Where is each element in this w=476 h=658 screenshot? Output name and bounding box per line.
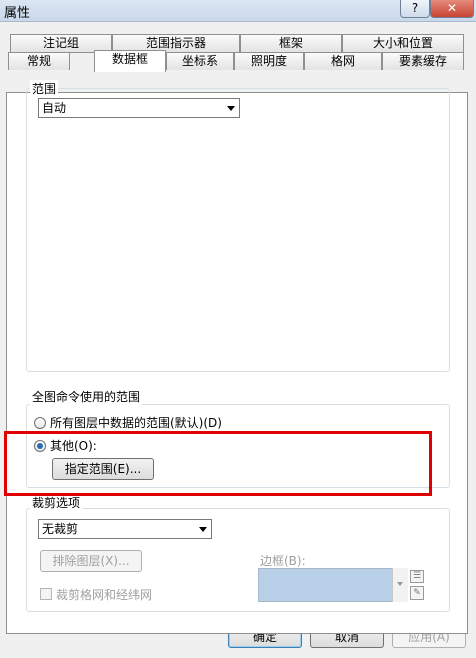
- border-label: 边框(B):: [260, 554, 306, 568]
- extent-group-label: 范围: [30, 80, 59, 97]
- clip-mode-value: 无裁剪: [42, 522, 79, 536]
- border-swatch[interactable]: [258, 568, 408, 602]
- tab-grids[interactable]: 格网: [304, 52, 382, 70]
- tab-frame[interactable]: 框架: [240, 34, 342, 52]
- extent-group: [26, 88, 450, 372]
- title-bar: 属性 ? ✕: [0, 0, 476, 22]
- tab-coordinate-system[interactable]: 坐标系: [166, 52, 234, 70]
- chevron-down-icon: [227, 106, 235, 111]
- border-properties-icon[interactable]: ✎: [410, 586, 424, 600]
- border-selector-icon[interactable]: ☰: [410, 570, 424, 583]
- extent-mode-value: 自动: [42, 101, 67, 115]
- tab-data-frame[interactable]: 数据框: [94, 50, 166, 72]
- radio-all-layers[interactable]: [34, 417, 46, 429]
- clip-grids-label: 裁剪格网和经纬网: [56, 588, 153, 602]
- border-dropdown-arrow-area[interactable]: [392, 568, 408, 602]
- exclude-layers-button[interactable]: 排除图层(X)...: [40, 550, 142, 572]
- chevron-down-icon: [199, 527, 207, 532]
- clip-grids-checkbox[interactable]: [40, 588, 52, 600]
- extent-mode-dropdown[interactable]: 自动: [38, 98, 240, 118]
- full-extent-group-label: 全图命令使用的范围: [30, 388, 143, 405]
- clip-mode-dropdown[interactable]: 无裁剪: [38, 519, 212, 539]
- tab-illumination[interactable]: 照明度: [234, 52, 304, 70]
- close-button[interactable]: ✕: [430, 0, 474, 18]
- window-title: 属性: [4, 6, 31, 21]
- tab-feature-cache[interactable]: 要素缓存: [382, 52, 464, 70]
- tab-size-position[interactable]: 大小和位置: [342, 34, 464, 52]
- properties-dialog: 注记组 范围指示器 框架 大小和位置 常规 数据框 坐标系 照明度 格网 要素缓…: [0, 22, 476, 658]
- highlight-box: [4, 431, 432, 496]
- tab-gap: [70, 52, 94, 70]
- tab-general[interactable]: 常规: [8, 52, 70, 70]
- clip-group-label: 裁剪选项: [30, 494, 83, 511]
- chevron-down-icon: [397, 582, 403, 586]
- radio-all-layers-label: 所有图层中数据的范围(默认)(D): [50, 416, 222, 430]
- help-button[interactable]: ?: [400, 0, 430, 18]
